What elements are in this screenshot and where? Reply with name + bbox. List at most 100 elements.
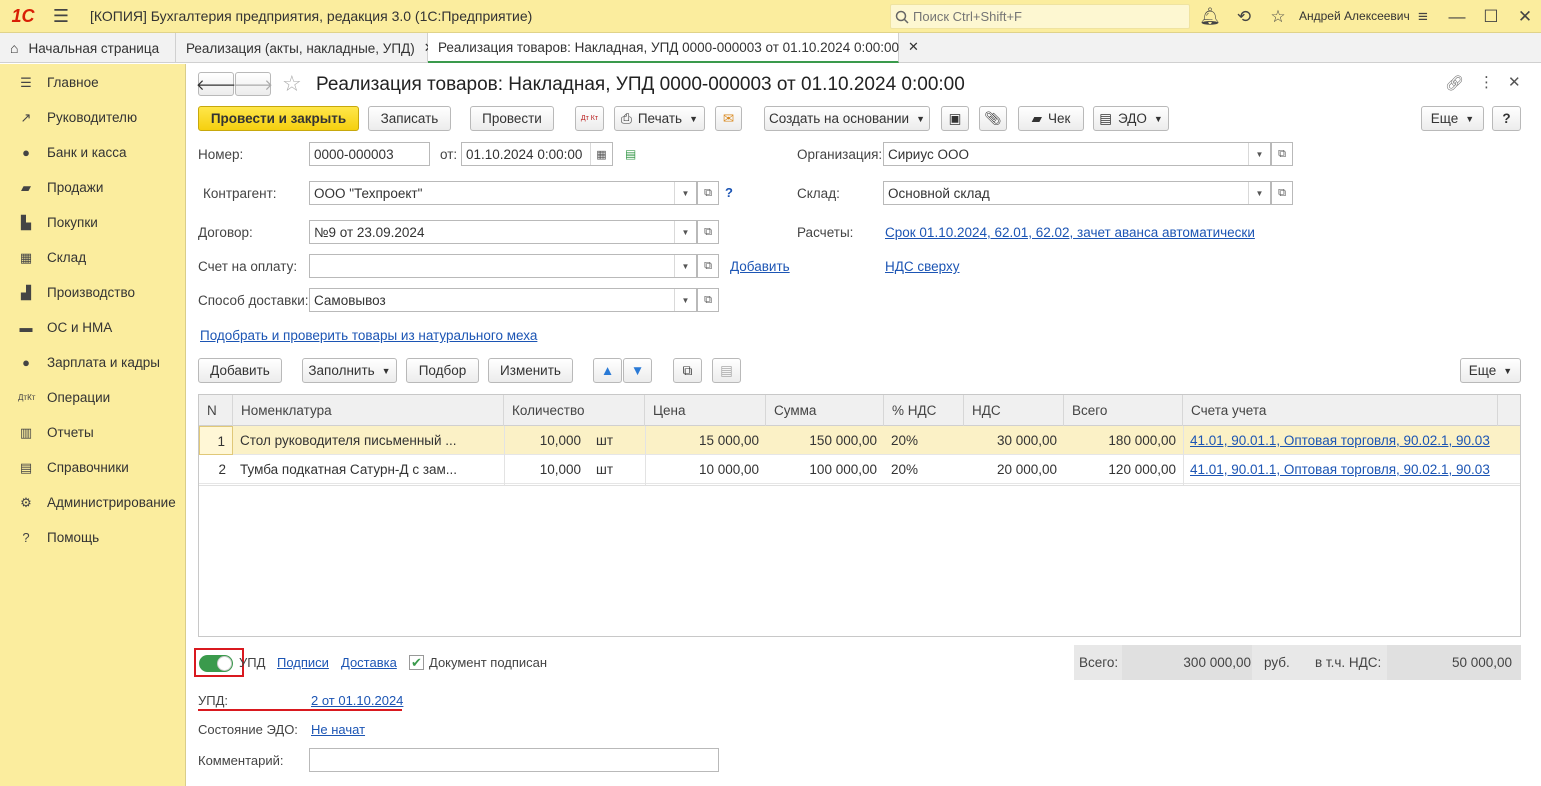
chevron-down-icon[interactable]: ▼ xyxy=(674,289,696,311)
structure-button[interactable]: ▣ xyxy=(941,106,969,131)
sidebar-item-admin[interactable]: ⚙ Администрирование xyxy=(0,485,185,520)
upd-document-link[interactable]: 2 от 01.10.2024 xyxy=(311,693,403,708)
open-contractor-button[interactable]: ⧉ xyxy=(697,181,719,205)
open-invoice-button[interactable]: ⧉ xyxy=(697,254,719,278)
chevron-down-icon[interactable]: ▼ xyxy=(674,221,696,243)
sidebar-item-purchases[interactable]: ▙ Покупки xyxy=(0,205,185,240)
pick-button[interactable]: Подбор xyxy=(406,358,479,383)
open-delivery-button[interactable]: ⧉ xyxy=(697,288,719,312)
sidebar-item-production[interactable]: ▟ Производство xyxy=(0,275,185,310)
help-button[interactable]: ? xyxy=(1492,106,1521,131)
print-button[interactable]: ⎙ Печать ▼ xyxy=(614,106,705,131)
sidebar-item-operations[interactable]: ДтКт Операции xyxy=(0,380,185,415)
search-input[interactable] xyxy=(913,9,1183,24)
sidebar-item-warehouse[interactable]: ▦ Склад xyxy=(0,240,185,275)
attach-button[interactable]: 📎︎ xyxy=(979,106,1007,131)
sidebar-item-salary[interactable]: ● Зарплата и кадры xyxy=(0,345,185,380)
more-button[interactable]: Еще ▼ xyxy=(1421,106,1484,131)
add-row-button[interactable]: Добавить xyxy=(198,358,282,383)
create-based-button[interactable]: Создать на основании ▼ xyxy=(764,106,930,131)
forward-button[interactable]: 🡒 xyxy=(233,72,273,96)
post-button[interactable]: Провести xyxy=(470,106,554,131)
back-button[interactable]: 🡐 xyxy=(196,72,236,96)
comment-field[interactable] xyxy=(309,748,719,772)
delivery-link[interactable]: Доставка xyxy=(341,655,397,670)
user-name[interactable]: Андрей Алексеевич xyxy=(1299,0,1410,33)
minimize-icon[interactable]: — xyxy=(1440,0,1474,33)
col-vat-rate[interactable]: % НДС xyxy=(884,395,964,426)
copy-button[interactable]: ⧉ xyxy=(673,358,702,383)
sidebar-item-help[interactable]: ? Помощь xyxy=(0,520,185,555)
close-form-icon[interactable]: ✕ xyxy=(1508,73,1521,91)
sidebar-item-manager[interactable]: ↗ Руководителю xyxy=(0,100,185,135)
move-down-button[interactable]: ▼ xyxy=(623,358,652,383)
accounts-link[interactable]: 41.01, 90.01.1, Оптовая торговля, 90.02.… xyxy=(1190,433,1490,448)
accounts-link[interactable]: 41.01, 90.01.1, Оптовая торговля, 90.02.… xyxy=(1190,462,1490,477)
add-invoice-link[interactable]: Добавить xyxy=(730,259,790,274)
edo-state-link[interactable]: Не начат xyxy=(311,722,365,737)
chevron-down-icon[interactable]: ▼ xyxy=(1248,182,1270,204)
org-field[interactable]: Сириус ООО ▼ xyxy=(883,142,1271,166)
help-question-icon[interactable]: ? xyxy=(725,185,733,200)
sidebar-item-reports[interactable]: ▥ Отчеты xyxy=(0,415,185,450)
chevron-down-icon[interactable]: ▼ xyxy=(674,182,696,204)
col-accounts[interactable]: Счета учета xyxy=(1183,395,1498,426)
email-button[interactable]: ✉ xyxy=(715,106,742,131)
search-box[interactable] xyxy=(890,4,1190,29)
warehouse-field[interactable]: Основной склад ▼ xyxy=(883,181,1271,205)
col-sum[interactable]: Сумма xyxy=(766,395,884,426)
chevron-down-icon[interactable]: ▼ xyxy=(1248,143,1270,165)
sidebar-item-main[interactable]: ☰ Главное xyxy=(0,65,185,100)
check-button[interactable]: ▰ Чек xyxy=(1018,106,1084,131)
sidebar-item-assets[interactable]: ▬ ОС и НМА xyxy=(0,310,185,345)
sidebar-item-sales[interactable]: ▰ Продажи xyxy=(0,170,185,205)
close-window-icon[interactable]: ✕ xyxy=(1508,0,1541,33)
goods-table[interactable]: N Номенклатура Количество Цена Сумма % Н… xyxy=(198,394,1521,637)
main-menu-icon[interactable]: ☰ xyxy=(46,6,76,27)
open-contract-button[interactable]: ⧉ xyxy=(697,220,719,244)
save-button[interactable]: Записать xyxy=(368,106,451,131)
favorite-star-icon[interactable]: ☆ xyxy=(282,71,302,97)
signatures-link[interactable]: Подписи xyxy=(277,655,329,670)
fill-button[interactable]: Заполнить ▼ xyxy=(302,358,397,383)
change-button[interactable]: Изменить xyxy=(488,358,573,383)
history-icon[interactable]: ⟲ xyxy=(1227,0,1261,33)
number-field[interactable]: 0000-000003 xyxy=(309,142,430,166)
col-vat[interactable]: НДС xyxy=(964,395,1064,426)
open-warehouse-button[interactable]: ⧉ xyxy=(1271,181,1293,205)
dt-kt-button[interactable]: Дт Кт xyxy=(575,106,604,131)
move-up-button[interactable]: ▲ xyxy=(593,358,622,383)
chevron-down-icon[interactable]: ▼ xyxy=(674,255,696,277)
fur-goods-link[interactable]: Подобрать и проверить товары из натураль… xyxy=(200,328,537,343)
star-icon[interactable]: ☆ xyxy=(1261,0,1295,33)
sidebar-item-bank[interactable]: ● Банк и касса xyxy=(0,135,185,170)
invoice-field[interactable]: ▼ xyxy=(309,254,697,278)
signed-checkbox[interactable]: ✔ xyxy=(409,655,424,670)
calendar-icon[interactable]: ▦ xyxy=(590,143,612,165)
sidebar-item-catalogs[interactable]: ▤ Справочники xyxy=(0,450,185,485)
col-price[interactable]: Цена xyxy=(645,395,766,426)
delivery-field[interactable]: Самовывоз ▼ xyxy=(309,288,697,312)
tab-sales-list[interactable]: Реализация (акты, накладные, УПД) ✕ xyxy=(176,33,435,63)
edo-button[interactable]: ▤ ЭДО ▼ xyxy=(1093,106,1169,131)
settings-lines-icon[interactable]: ≡ xyxy=(1406,0,1440,33)
post-and-close-button[interactable]: Провести и закрыть xyxy=(198,106,359,131)
upd-toggle[interactable] xyxy=(199,655,233,672)
tab-home[interactable]: ⌂ Начальная страница xyxy=(0,33,176,63)
row-accounts[interactable]: 41.01, 90.01.1, Оптовая торговля, 90.02.… xyxy=(1183,426,1498,455)
link-icon[interactable]: 🔗︎ xyxy=(1445,74,1464,92)
bell-icon[interactable]: 🔔︎ xyxy=(1193,0,1227,33)
open-org-button[interactable]: ⧉ xyxy=(1271,142,1293,166)
close-tab-icon[interactable]: ✕ xyxy=(908,39,919,55)
col-item[interactable]: Номенклатура xyxy=(233,395,504,426)
contract-field[interactable]: №9 от 23.09.2024 ▼ xyxy=(309,220,697,244)
vat-on-top-link[interactable]: НДС сверху xyxy=(885,259,960,274)
tab-sales-document[interactable]: Реализация товаров: Накладная, УПД 0000-… xyxy=(428,33,919,63)
col-total[interactable]: Всего xyxy=(1064,395,1183,426)
table-row[interactable]: 1 Стол руководителя письменный ... 10,00… xyxy=(199,426,1520,455)
more-vertical-icon[interactable]: ⋮ xyxy=(1479,73,1494,91)
settlements-link[interactable]: Срок 01.10.2024, 62.01, 62.02, зачет ава… xyxy=(885,225,1255,240)
col-n[interactable]: N xyxy=(199,395,233,426)
table-row[interactable]: 2 Тумба подкатная Сатурн-Д с зам... 10,0… xyxy=(199,455,1520,484)
row-accounts[interactable]: 41.01, 90.01.1, Оптовая торговля, 90.02.… xyxy=(1183,455,1498,484)
